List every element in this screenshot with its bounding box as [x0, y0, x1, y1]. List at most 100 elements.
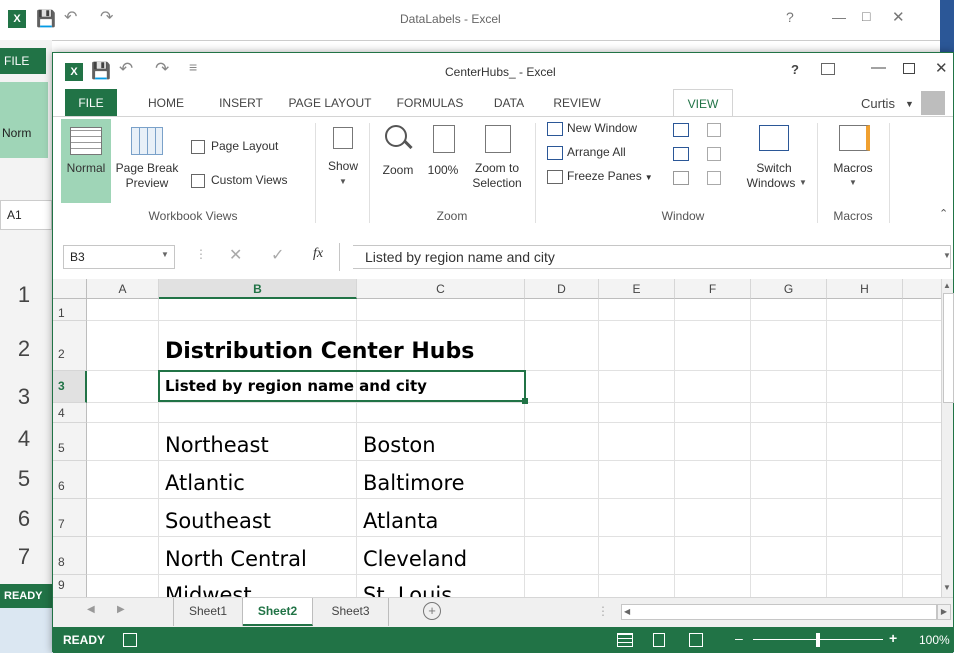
arrange-all-button[interactable]: Arrange All	[547, 141, 626, 163]
undo-icon[interactable]: ↶	[119, 59, 133, 79]
view-side-by-side-icon[interactable]	[707, 123, 721, 137]
zoom-100-button[interactable]: 100%	[425, 119, 461, 203]
switch-windows-button[interactable]: Switch Windows ▼	[741, 119, 807, 203]
name-box-dropdown-icon[interactable]: ▼	[161, 250, 169, 259]
scroll-down-icon[interactable]: ▼	[943, 583, 951, 592]
unhide-icon[interactable]	[673, 171, 689, 185]
cell-region[interactable]: North Central	[165, 547, 307, 571]
maximize-icon[interactable]: □	[862, 8, 870, 24]
cell-b3-subtitle[interactable]: Listed by region name and city	[165, 377, 427, 395]
page-layout-button[interactable]: Page Layout	[191, 135, 278, 157]
column-header-a[interactable]: A	[87, 279, 159, 299]
split-icon[interactable]	[673, 123, 689, 137]
sheet-tab-sheet3[interactable]: Sheet3	[313, 598, 389, 626]
help-icon[interactable]: ?	[791, 62, 799, 77]
fill-handle[interactable]	[522, 398, 528, 404]
sheet-tab-sheet1[interactable]: Sheet1	[173, 598, 243, 626]
row-header-1[interactable]: 1	[53, 299, 87, 321]
zoom-in-icon[interactable]: +	[889, 630, 897, 646]
previous-sheet-icon[interactable]: ◀	[87, 604, 95, 615]
row-header-8[interactable]: 8	[53, 537, 87, 575]
column-header-f[interactable]: F	[675, 279, 751, 299]
cell-b2-title[interactable]: Distribution Center Hubs	[165, 339, 474, 364]
row-header-9[interactable]: 9	[53, 575, 87, 597]
tab-page-layout[interactable]: PAGE LAYOUT	[281, 89, 379, 117]
zoom-slider-thumb[interactable]	[816, 633, 820, 647]
row-header-7[interactable]: 7	[53, 499, 87, 537]
ribbon-display-options-icon[interactable]	[821, 63, 835, 75]
column-header-d[interactable]: D	[525, 279, 599, 299]
select-all-corner[interactable]	[53, 279, 87, 299]
show-button[interactable]: Show ▼	[323, 119, 363, 203]
cell-city[interactable]: Boston	[363, 433, 436, 457]
collapse-ribbon-icon[interactable]: ⌃	[939, 207, 948, 220]
background-name-box[interactable]: A1	[0, 200, 52, 230]
cancel-icon[interactable]: ✕	[229, 245, 242, 265]
zoom-out-icon[interactable]: –	[735, 630, 743, 646]
minimize-icon[interactable]: —	[832, 9, 846, 25]
cell-city[interactable]: Atlanta	[363, 509, 438, 533]
macros-button[interactable]: Macros ▼	[825, 119, 881, 203]
zoom-level[interactable]: 100%	[919, 633, 950, 647]
scroll-up-icon[interactable]: ▲	[943, 281, 951, 290]
save-icon[interactable]: 💾	[91, 61, 111, 81]
background-file-tab[interactable]: FILE	[0, 48, 46, 74]
cell-city[interactable]: Cleveland	[363, 547, 467, 571]
scroll-right-icon[interactable]: ▶	[937, 604, 951, 620]
tab-data[interactable]: DATA	[481, 89, 537, 117]
cell-region[interactable]: Midwest	[165, 583, 252, 597]
tab-file[interactable]: FILE	[65, 89, 117, 117]
close-icon[interactable]: ✕	[892, 8, 905, 26]
formula-input[interactable]: Listed by region name and city	[353, 245, 951, 269]
normal-view-status-icon[interactable]	[617, 633, 633, 647]
tab-formulas[interactable]: FORMULAS	[383, 89, 477, 117]
tab-view[interactable]: VIEW	[673, 89, 733, 118]
row-header-6[interactable]: 6	[53, 461, 87, 499]
cell-city[interactable]: St. Louis	[363, 583, 452, 597]
worksheet-grid[interactable]: A B C D E F G H 1 2 3 4 5 6 7 8 9 Distri…	[53, 279, 941, 597]
row-header-4[interactable]: 4	[53, 403, 87, 423]
row-header-5[interactable]: 5	[53, 423, 87, 461]
freeze-panes-button[interactable]: Freeze Panes ▼	[547, 165, 653, 187]
insert-function-icon[interactable]: fx	[313, 246, 323, 262]
normal-view-button[interactable]: Normal	[61, 119, 111, 203]
page-layout-status-icon[interactable]	[653, 633, 665, 647]
column-header-b[interactable]: B	[159, 279, 357, 299]
help-icon[interactable]: ?	[786, 9, 794, 25]
zoom-button[interactable]: Zoom	[375, 119, 421, 203]
page-break-status-icon[interactable]	[689, 633, 703, 647]
reset-window-position-icon[interactable]	[707, 171, 721, 185]
tab-insert[interactable]: INSERT	[205, 89, 277, 117]
zoom-to-selection-button[interactable]: Zoom to Selection	[467, 119, 527, 203]
tab-review[interactable]: REVIEW	[541, 89, 613, 117]
save-icon[interactable]: 💾	[36, 9, 56, 29]
customize-toolbar-icon[interactable]: ≡	[189, 59, 197, 75]
new-window-button[interactable]: New Window	[547, 117, 637, 139]
enter-icon[interactable]: ✓	[271, 245, 284, 265]
new-sheet-icon[interactable]: +	[423, 602, 441, 620]
user-dropdown-icon[interactable]: ▼	[905, 99, 914, 109]
next-sheet-icon[interactable]: ▶	[117, 604, 125, 615]
background-normal-view-button[interactable]	[0, 82, 48, 158]
page-break-preview-button[interactable]: Page Break Preview	[115, 119, 179, 203]
redo-icon[interactable]: ↷	[100, 7, 113, 27]
hide-icon[interactable]	[673, 147, 689, 161]
custom-views-button[interactable]: Custom Views	[191, 169, 287, 191]
redo-icon[interactable]: ↷	[155, 59, 169, 79]
column-header-g[interactable]: G	[751, 279, 827, 299]
column-header-c[interactable]: C	[357, 279, 525, 299]
user-name[interactable]: Curtis	[861, 96, 895, 111]
expand-formula-bar-icon[interactable]: ▼	[943, 251, 951, 260]
column-header-next[interactable]	[903, 279, 941, 299]
row-header-3[interactable]: 3	[53, 371, 87, 403]
close-icon[interactable]: ✕	[935, 59, 948, 77]
cell-region[interactable]: Atlantic	[165, 471, 245, 495]
macro-recording-icon[interactable]	[123, 633, 137, 647]
horizontal-scrollbar[interactable]: ◀	[621, 604, 937, 620]
vertical-scrollbar[interactable]: ▲ ▼	[941, 279, 954, 597]
maximize-icon[interactable]	[903, 63, 915, 74]
column-header-e[interactable]: E	[599, 279, 675, 299]
cell-region[interactable]: Southeast	[165, 509, 271, 533]
tab-home[interactable]: HOME	[131, 89, 201, 117]
cell-city[interactable]: Baltimore	[363, 471, 465, 495]
